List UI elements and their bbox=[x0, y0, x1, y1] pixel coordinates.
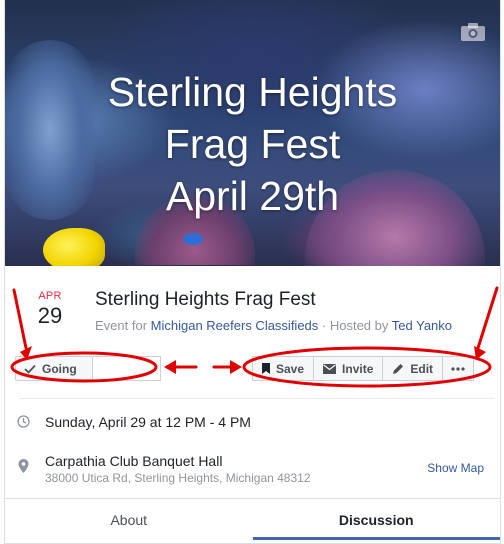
event-date: APR 29 bbox=[29, 289, 71, 329]
camera-icon[interactable] bbox=[460, 22, 486, 42]
more-icon bbox=[451, 366, 465, 371]
divider bbox=[19, 398, 494, 399]
event-for-label: Event for bbox=[95, 318, 148, 333]
host-link[interactable]: Ted Yanko bbox=[392, 318, 452, 333]
event-actions-group: Save Invite Edit bbox=[252, 356, 475, 381]
event-time: Sunday, April 29 at 12 PM - 4 PM bbox=[45, 414, 251, 430]
location-pin-icon bbox=[18, 459, 29, 473]
event-subtitle: Event for Michigan Reefers Classifieds ·… bbox=[95, 318, 452, 333]
clock-icon bbox=[17, 415, 30, 428]
hosted-by-label: Hosted by bbox=[329, 318, 389, 333]
more-options-button[interactable] bbox=[442, 356, 475, 381]
edit-button[interactable]: Edit bbox=[382, 356, 443, 381]
cover-title-line: Frag Fest bbox=[164, 121, 341, 167]
cover-title-line: April 29th bbox=[165, 173, 340, 219]
save-label: Save bbox=[276, 361, 305, 376]
pencil-icon bbox=[393, 363, 404, 374]
blue-fish-decor bbox=[183, 233, 203, 245]
tab-discussion[interactable]: Discussion bbox=[252, 499, 501, 544]
separator: · bbox=[318, 318, 330, 333]
venue-address: 38000 Utica Rd, Sterling Heights, Michig… bbox=[45, 471, 311, 485]
going-extension bbox=[93, 356, 161, 381]
going-label: Going bbox=[42, 361, 77, 376]
save-button[interactable]: Save bbox=[252, 356, 314, 381]
yellow-fish-decor bbox=[43, 228, 105, 266]
cover-photo: Sterling Heights Frag Fest April 29th bbox=[5, 0, 500, 266]
cover-title-line: Sterling Heights bbox=[107, 69, 398, 115]
edit-label: Edit bbox=[410, 361, 434, 376]
envelope-icon bbox=[323, 363, 337, 374]
venue-name[interactable]: Carpathia Club Banquet Hall bbox=[45, 453, 222, 469]
invite-label: Invite bbox=[342, 361, 374, 376]
check-icon bbox=[24, 364, 36, 374]
event-card: Sterling Heights Frag Fest April 29th AP… bbox=[4, 0, 501, 544]
event-day: 29 bbox=[37, 303, 63, 328]
tab-about[interactable]: About bbox=[5, 499, 253, 544]
cover-title: Sterling Heights Frag Fest April 29th bbox=[5, 66, 500, 222]
event-title: Sterling Heights Frag Fest bbox=[95, 289, 316, 310]
group-link[interactable]: Michigan Reefers Classifieds bbox=[151, 318, 319, 333]
invite-button[interactable]: Invite bbox=[313, 356, 383, 381]
going-button[interactable]: Going bbox=[15, 356, 93, 381]
bookmark-icon bbox=[262, 363, 270, 374]
event-tabs: About Discussion bbox=[5, 498, 500, 544]
show-map-link[interactable]: Show Map bbox=[427, 461, 484, 475]
event-month: APR bbox=[38, 290, 62, 302]
